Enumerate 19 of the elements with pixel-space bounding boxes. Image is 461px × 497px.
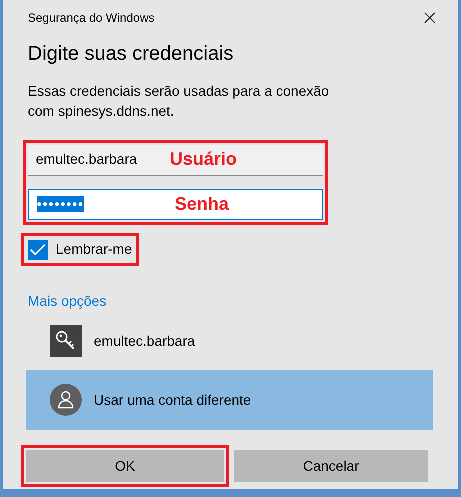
account-option[interactable]: emultec.barbara (26, 321, 433, 361)
account-label: Usar uma conta diferente (94, 390, 252, 410)
account-label: emultec.barbara (94, 332, 196, 350)
window-title: Segurança do Windows (28, 10, 155, 27)
dialog-heading: Digite suas credenciais (28, 42, 235, 67)
description-text: Essas credenciais serão usadas para a conexão com spinesys.ddns.net. (28, 82, 330, 121)
password-field[interactable]: •••••••• Senha (28, 189, 323, 220)
annotation-label: Usuário (170, 148, 238, 171)
checkbox-label: Lembrar-me (56, 240, 132, 259)
account-option[interactable]: Usar uma conta diferente (26, 370, 433, 430)
user-icon (50, 384, 82, 416)
username-field[interactable]: emultec.barbara Usuário (28, 145, 323, 176)
cancel-button[interactable]: Cancelar (234, 450, 428, 482)
close-icon[interactable] (424, 12, 436, 24)
annotation-label: Senha (175, 193, 230, 216)
remember-checkbox[interactable] (28, 240, 48, 260)
ok-button[interactable]: OK (26, 450, 224, 482)
more-options-link[interactable]: Mais opções (28, 291, 107, 312)
key-icon (50, 325, 82, 357)
